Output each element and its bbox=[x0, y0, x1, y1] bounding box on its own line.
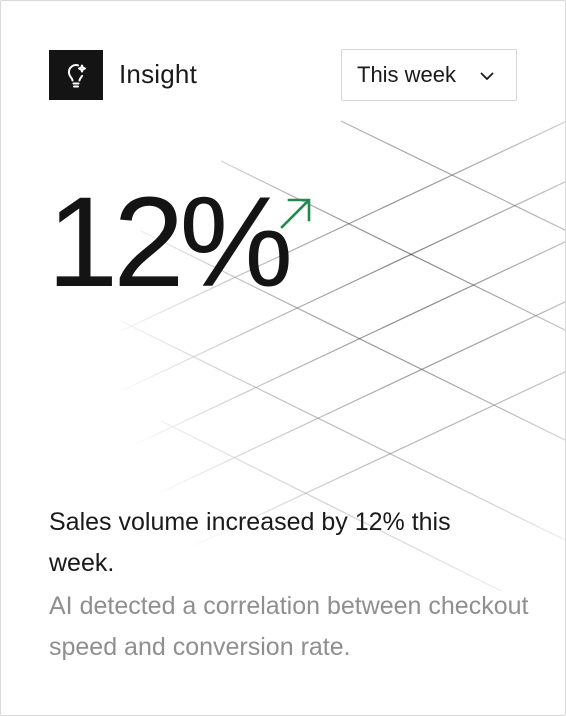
insight-logo bbox=[49, 50, 103, 100]
lightbulb-sparkle-icon bbox=[67, 64, 86, 88]
insight-card: Insight This week 12% Sales volume incre… bbox=[0, 0, 566, 716]
card-header: Insight This week bbox=[49, 49, 517, 101]
period-selected-value: This week bbox=[357, 62, 457, 87]
arrow-up-right-icon bbox=[280, 198, 311, 229]
metric-value: 12% bbox=[47, 171, 293, 314]
chevron-down-icon bbox=[480, 72, 494, 80]
insight-summary: Sales volume increased by 12% this week. bbox=[49, 508, 451, 577]
period-dropdown[interactable]: This week bbox=[341, 49, 517, 101]
insight-detail: AI detected a correlation between checko… bbox=[49, 592, 529, 661]
card-title: Insight bbox=[119, 59, 198, 89]
